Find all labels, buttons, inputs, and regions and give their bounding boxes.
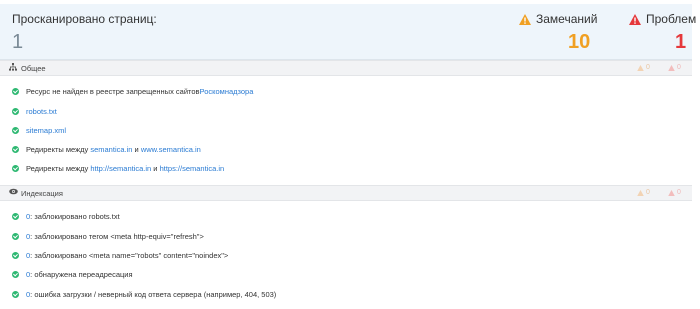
list-item-text: Редиректы между (26, 144, 91, 154)
list-item: 0 : заблокировано тегом <meta http-equiv… (12, 231, 204, 241)
problems-label-text: Проблем (646, 12, 697, 26)
check-circle-icon (12, 232, 19, 240)
check-circle-icon (12, 126, 19, 134)
section-indexing-errors: 0 (668, 189, 681, 196)
problems-label[interactable]: Проблем (629, 12, 696, 26)
error-triangle-icon (668, 189, 675, 196)
list-item-text: : заблокировано robots.txt (30, 211, 120, 221)
section-general-warnings: 0 (637, 64, 650, 71)
audit-panel: Просканировано страниц: 1 Замечаний 10 П… (0, 0, 700, 309)
stats-bar: Просканировано страниц: 1 Замечаний 10 П… (0, 4, 696, 60)
section-indexing-warnings: 0 (637, 189, 650, 196)
section-indexing-header[interactable]: Индексация 0 0 (0, 185, 692, 201)
check-circle-icon (12, 270, 19, 278)
sitemap-icon (9, 63, 17, 73)
list-item-text: : ошибка загрузки / неверный код ответа … (30, 289, 277, 299)
list-item: 0 : обнаружена переадресация (12, 269, 133, 279)
rkn-link[interactable]: Роскомнадзора (200, 87, 254, 96)
list-item: sitemap.xml (12, 125, 66, 135)
redirect-link[interactable]: https://semantica.in (160, 164, 225, 173)
section-general-title: Общее (21, 64, 46, 73)
list-item-text: : заблокировано <meta name="robots" cont… (30, 250, 229, 260)
list-item-text: и (132, 144, 141, 154)
section-indexing-err-count: 0 (677, 189, 681, 196)
list-item-text: Ресурс не найден в реестре запрещенных с… (26, 86, 200, 96)
robots-link[interactable]: robots.txt (26, 107, 57, 116)
scanned-pages-label: Просканировано страниц: (12, 12, 157, 26)
list-item-text: и (151, 163, 160, 173)
check-circle-icon (12, 107, 19, 115)
list-item: 0 : заблокировано robots.txt (12, 211, 120, 221)
section-general-header[interactable]: Общее 0 0 (0, 60, 692, 76)
redirect-link[interactable]: www.semantica.in (141, 145, 201, 154)
warning-triangle-icon (637, 189, 644, 196)
list-item-text: : заблокировано тегом <meta http-equiv="… (30, 231, 204, 241)
check-circle-icon (12, 212, 19, 220)
warnings-value[interactable]: 10 (568, 31, 590, 54)
error-triangle-icon (629, 13, 641, 25)
section-indexing-title: Индексация (21, 189, 63, 198)
warnings-label-text: Замечаний (536, 12, 598, 26)
warning-triangle-icon (519, 13, 531, 25)
list-item: Ресурс не найден в реестре запрещенных с… (12, 86, 253, 96)
check-circle-icon (12, 145, 19, 153)
section-indexing-warn-count: 0 (646, 189, 650, 196)
check-circle-icon (12, 164, 19, 172)
error-triangle-icon (668, 64, 675, 71)
check-circle-icon (12, 251, 19, 259)
list-item: Редиректы между semantica.in и www.seman… (12, 144, 201, 154)
section-general-warn-count: 0 (646, 64, 650, 71)
check-circle-icon (12, 290, 19, 298)
list-item-text: Редиректы между (26, 163, 91, 173)
problems-value[interactable]: 1 (675, 31, 686, 54)
warnings-label[interactable]: Замечаний (519, 12, 597, 26)
redirect-link[interactable]: http://semantica.in (90, 164, 151, 173)
redirect-link[interactable]: semantica.in (90, 145, 132, 154)
list-item-text: : обнаружена переадресация (30, 269, 133, 279)
warning-triangle-icon (637, 64, 644, 71)
sitemap-link[interactable]: sitemap.xml (26, 126, 66, 135)
list-item: robots.txt (12, 106, 57, 116)
section-general-err-count: 0 (677, 64, 681, 71)
check-circle-icon (12, 87, 19, 95)
scanned-pages-value: 1 (12, 31, 24, 53)
list-item: 0 : ошибка загрузки / неверный код ответ… (12, 289, 276, 299)
eye-icon (9, 188, 18, 197)
section-general-errors: 0 (668, 64, 681, 71)
list-item: Редиректы между http://semantica.in и ht… (12, 163, 224, 173)
list-item: 0 : заблокировано <meta name="robots" co… (12, 250, 228, 260)
